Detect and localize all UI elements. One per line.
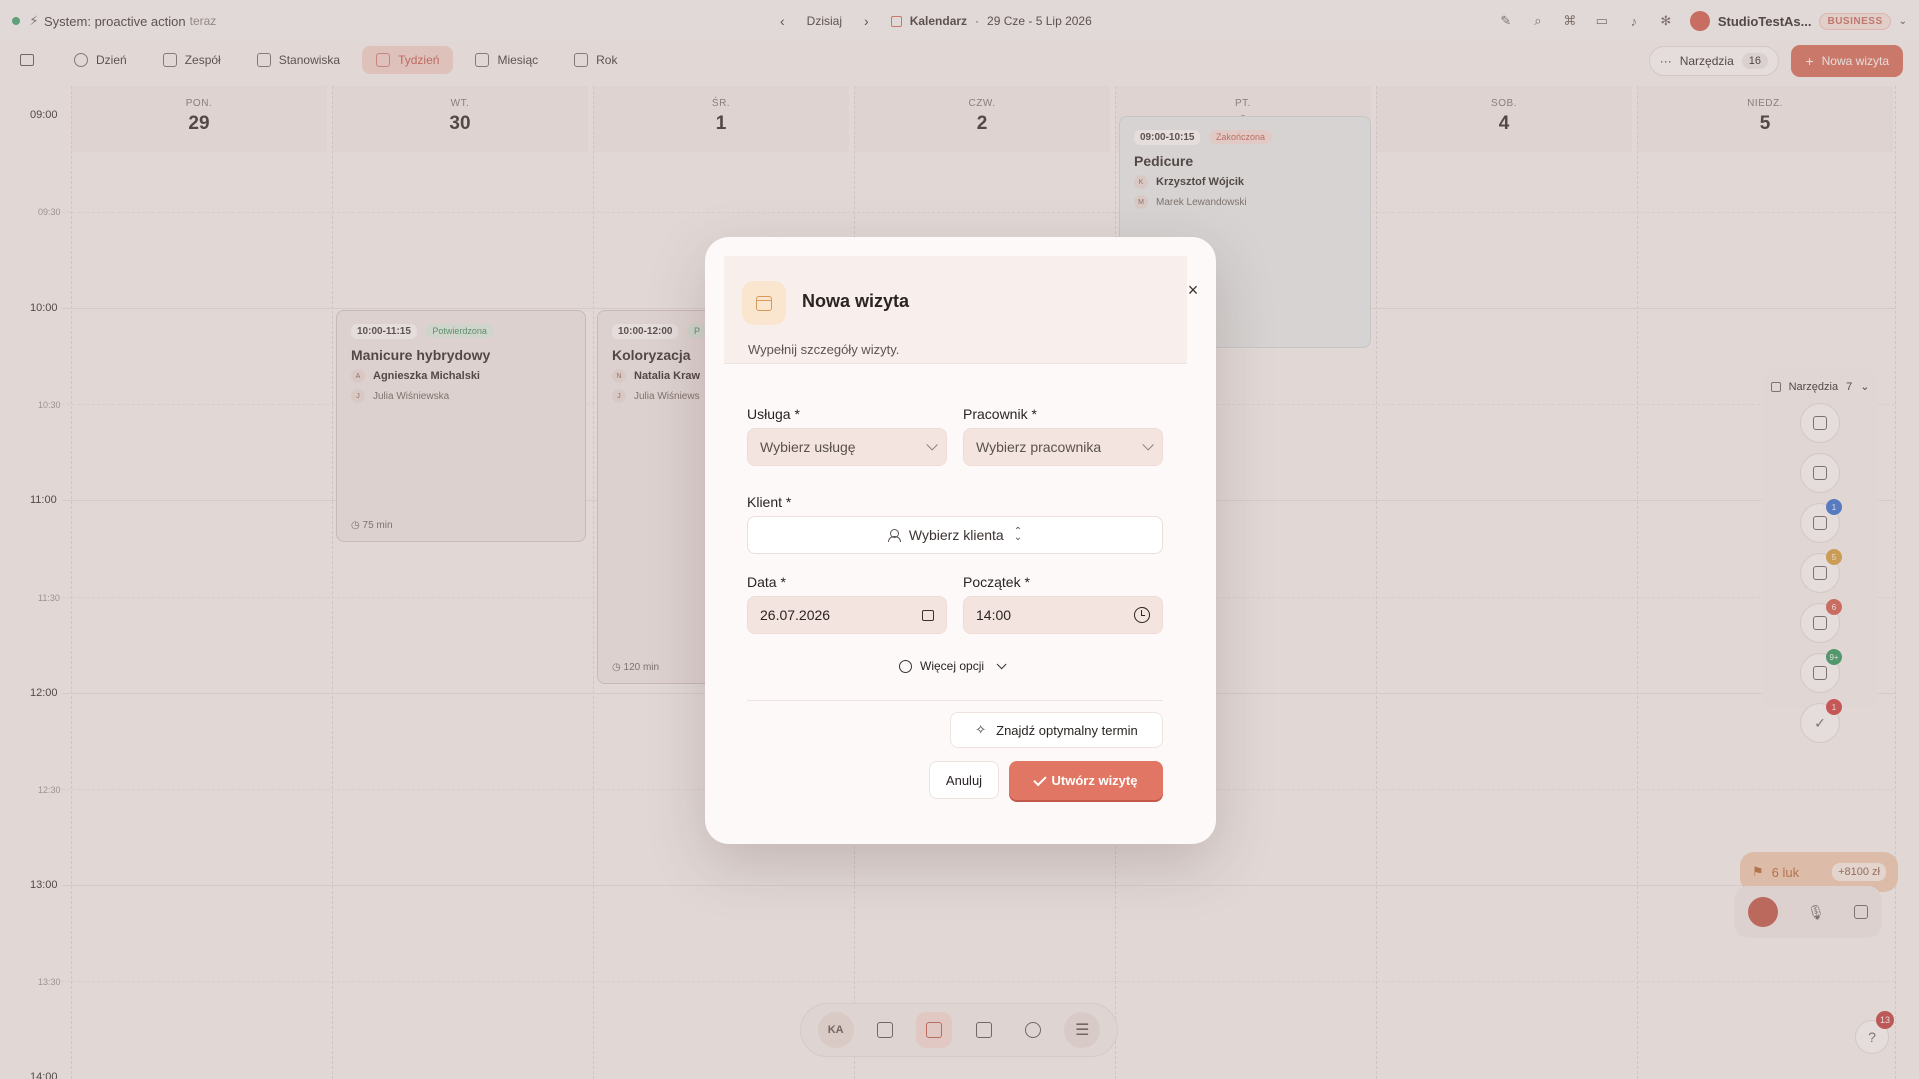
check-icon <box>1032 772 1047 786</box>
chevron-down-icon <box>1142 439 1154 451</box>
date-field[interactable]: 26.07.2026 <box>747 596 947 634</box>
dialog-header: Nowa wizyta Wypełnij szczegóły wizyty. × <box>724 256 1198 364</box>
client-select[interactable]: Wybierz klienta ⌃ ⌄ <box>747 516 1163 554</box>
service-label: Usługa * <box>747 406 800 422</box>
chevron-down-icon <box>996 658 1007 669</box>
staff-placeholder: Wybierz pracownika <box>976 439 1102 455</box>
date-value: 26.07.2026 <box>760 607 831 623</box>
staff-select[interactable]: Wybierz pracownika <box>963 428 1163 466</box>
create-visit-label: Utwórz wizytę <box>1051 773 1138 788</box>
client-label: Klient * <box>747 494 792 510</box>
calendar-icon <box>922 609 934 621</box>
date-label: Data * <box>747 574 786 590</box>
start-time-value: 14:00 <box>976 607 1012 623</box>
dialog-subtitle: Wypełnij szczegóły wizyty. <box>748 342 900 357</box>
staff-label: Pracownik * <box>963 406 1037 422</box>
divider <box>747 700 1163 701</box>
find-optimal-slot-button[interactable]: ✧ Znajdź optymalny termin <box>950 712 1163 748</box>
clock-icon <box>1134 607 1150 623</box>
cancel-button[interactable]: Anuluj <box>929 761 999 799</box>
sparkle-icon: ✧ <box>975 722 987 737</box>
chevron-down-icon <box>926 439 938 451</box>
calendar-icon <box>742 281 786 325</box>
person-icon <box>887 528 901 542</box>
create-visit-button[interactable]: Utwórz wizytę <box>1009 761 1163 800</box>
start-time-field[interactable]: 14:00 <box>963 596 1163 634</box>
service-select[interactable]: Wybierz usługę <box>747 428 947 466</box>
client-placeholder: Wybierz klienta <box>908 527 1004 543</box>
close-icon[interactable]: × <box>1182 279 1204 301</box>
updown-icon: ⌃ ⌄ <box>1013 526 1023 543</box>
more-options-label: Więcej opcji <box>920 659 985 673</box>
start-time-label: Początek * <box>963 574 1030 590</box>
more-options-toggle[interactable]: Więcej opcji <box>899 658 1007 673</box>
service-placeholder: Wybierz usługę <box>760 439 856 455</box>
dialog-title: Nowa wizyta <box>802 291 910 311</box>
find-optimal-slot-label: Znajdź optymalny termin <box>996 722 1138 738</box>
gear-icon <box>899 659 912 673</box>
new-visit-dialog: Nowa wizyta Wypełnij szczegóły wizyty. ×… <box>705 237 1216 844</box>
